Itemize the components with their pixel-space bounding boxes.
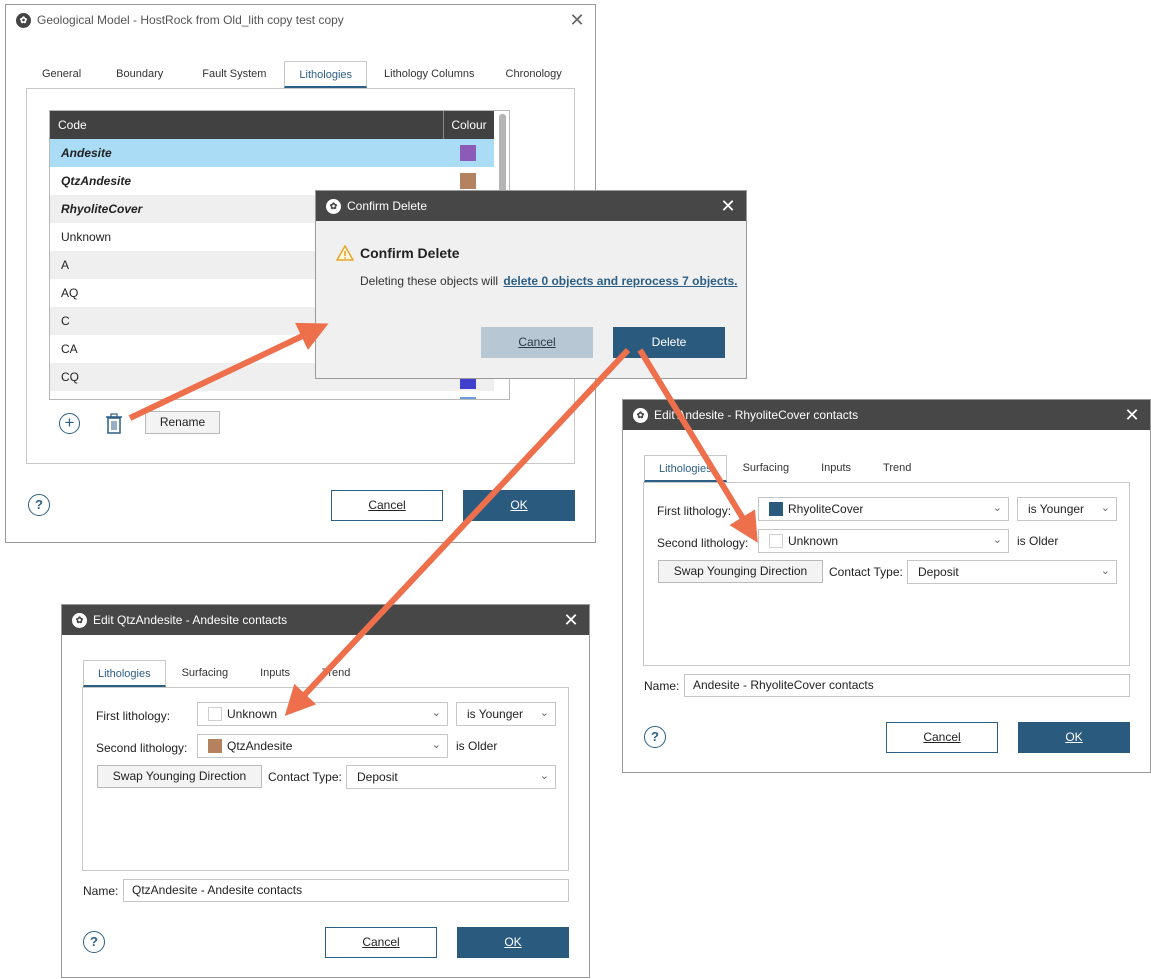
arrow-delete-to-qtzandesite [284, 347, 631, 716]
arrow-delete-to-andesite [637, 348, 758, 543]
annotation-arrows [128, 322, 758, 716]
arrow-trash-to-confirm [128, 322, 329, 421]
